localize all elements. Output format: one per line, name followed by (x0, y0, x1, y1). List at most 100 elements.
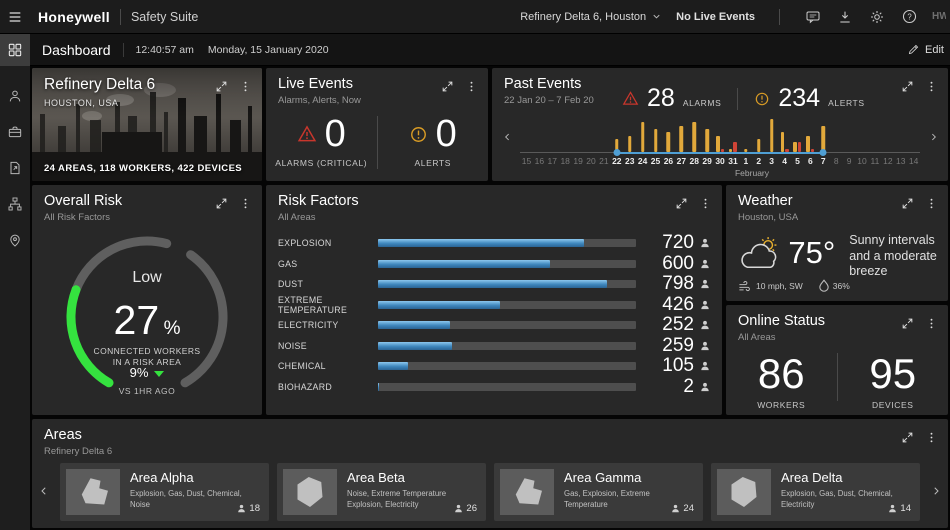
timeline-tick-label: 20 (585, 156, 598, 166)
alerts-bar (806, 136, 810, 153)
expand-card-button[interactable] (214, 79, 228, 93)
timeline-bars (806, 136, 814, 153)
areas-next-button[interactable] (928, 477, 944, 505)
past-events-summary: 28 ALARMS 234 ALERTS (622, 84, 865, 113)
risk-factor-bar (378, 383, 379, 391)
timeline-tick-label: 3 (765, 156, 778, 166)
card-menu-button[interactable] (924, 316, 938, 330)
site-stats: 24 AREAS, 118 WORKERS, 422 DEVICES (44, 163, 242, 174)
risk-factor-value: 2 (646, 376, 694, 398)
timeline-tick-label: 8 (830, 156, 843, 166)
card-menu-button[interactable] (464, 79, 478, 93)
expand-card-button[interactable] (900, 430, 914, 444)
risk-factor-label: NOISE (278, 341, 378, 351)
area-thumbnail (283, 469, 337, 515)
person-icon (237, 504, 246, 513)
risk-unit: % (164, 318, 181, 339)
alerts-bar (716, 136, 720, 153)
risk-factor-value: 252 (646, 314, 694, 336)
timeline-tick-label: 5 (791, 156, 804, 166)
devices-label: DEVICES (872, 400, 914, 410)
sidebar-item-reports[interactable] (0, 152, 30, 184)
card-menu-button[interactable] (698, 196, 712, 210)
risk-factor-label: EXPLOSION (278, 238, 378, 248)
sidebar-item-organization[interactable] (0, 188, 30, 220)
area-thumbnail (500, 469, 554, 515)
person-icon (454, 504, 463, 513)
card-menu-button[interactable] (238, 196, 252, 210)
timeline-column (765, 115, 778, 152)
area-count-value: 26 (466, 503, 477, 514)
timeline-bars (757, 139, 761, 152)
sidebar-item-workers[interactable] (0, 80, 30, 112)
timeline-tick-labels: 1516171819202122232425262728293031123456… (520, 156, 920, 166)
card-menu-button[interactable] (924, 79, 938, 93)
risk-factor-label: ELECTRICITY (278, 320, 378, 330)
sidebar-item-locations[interactable] (0, 224, 30, 256)
edit-dashboard-button[interactable]: Edit (907, 43, 950, 56)
area-card[interactable]: Area DeltaExplosion, Gas, Dust, Chemical… (711, 463, 920, 521)
risk-factors-rows: EXPLOSION720GAS600DUST798EXTREME TEMPERA… (278, 233, 710, 397)
timeline-tick-label: 6 (804, 156, 817, 166)
area-name: Area Delta (781, 470, 899, 485)
site-selector-value: Refinery Delta 6, Houston (520, 11, 646, 23)
help-button[interactable]: ? (900, 8, 918, 26)
hamburger-icon (7, 9, 23, 25)
timeline-range-bar[interactable] (617, 152, 823, 154)
expand-card-button[interactable] (900, 79, 914, 93)
timeline-next-button[interactable] (926, 127, 940, 147)
timeline-bars (692, 122, 696, 152)
timeline-tick-label: 13 (894, 156, 907, 166)
area-card[interactable]: Area BetaNoise, Extreme Temperature Expl… (277, 463, 486, 521)
kebab-menu-icon (239, 80, 252, 93)
person-icon (700, 279, 710, 289)
expand-card-button[interactable] (674, 196, 688, 210)
timeline-column (817, 115, 830, 152)
timeline-tick-label: 27 (675, 156, 688, 166)
area-name: Area Beta (347, 470, 465, 485)
kebab-menu-icon (925, 431, 938, 444)
user-avatar[interactable]: HW (932, 11, 946, 22)
settings-button[interactable] (868, 8, 886, 26)
past-alerts-label: ALERTS (828, 98, 865, 108)
area-card[interactable]: Area AlphaExplosion, Gas, Dust, Chemical… (60, 463, 269, 521)
timeline-range-handle-start[interactable] (613, 149, 620, 156)
site-selector-dropdown[interactable]: Refinery Delta 6, Houston (520, 11, 662, 23)
timeline-column (572, 115, 585, 152)
expand-card-button[interactable] (440, 79, 454, 93)
past-alarms-count: 28 (647, 84, 675, 113)
expand-card-button[interactable] (900, 196, 914, 210)
online-status-card: Online Status All Areas 86 WORKERS 95 DE… (726, 305, 948, 415)
chevron-right-icon (930, 483, 942, 499)
expand-card-button[interactable] (214, 196, 228, 210)
hamburger-menu-button[interactable] (0, 0, 30, 34)
brand-logo: Honeywell (38, 9, 110, 25)
risk-factor-row: CHEMICAL105 (278, 356, 710, 377)
card-menu-button[interactable] (924, 196, 938, 210)
site-overview-card[interactable]: Refinery Delta 6 HOUSTON, USA 24 AREAS, … (32, 68, 262, 181)
expand-card-button[interactable] (900, 316, 914, 330)
sidebar-item-dashboard[interactable] (0, 34, 30, 66)
devices-online-stat: 95 DEVICES (838, 345, 949, 415)
download-button[interactable] (836, 8, 854, 26)
settings-gear-icon (869, 9, 885, 25)
timeline-bars (716, 136, 724, 153)
timeline-tick-label: 1 (739, 156, 752, 166)
timeline-column (778, 115, 791, 152)
risk-factor-track (378, 301, 636, 309)
sidebar-item-assets[interactable] (0, 116, 30, 148)
areas-prev-button[interactable] (36, 477, 52, 505)
timeline-prev-button[interactable] (500, 127, 514, 147)
alert-circle-icon (754, 91, 770, 107)
pencil-icon (907, 43, 920, 56)
area-risks: Explosion, Gas, Dust, Chemical, Noise (130, 489, 248, 509)
timeline-tick-label: 22 (610, 156, 623, 166)
area-card[interactable]: Area GammaGas, Explosion, Extreme Temper… (494, 463, 703, 521)
messages-button[interactable] (804, 8, 822, 26)
card-menu-button[interactable] (238, 79, 252, 93)
timeline-column (597, 115, 610, 152)
live-events-status: No Live Events (676, 11, 755, 23)
timeline-range-handle-end[interactable] (820, 149, 827, 156)
risk-factor-track (378, 342, 636, 350)
card-menu-button[interactable] (924, 430, 938, 444)
